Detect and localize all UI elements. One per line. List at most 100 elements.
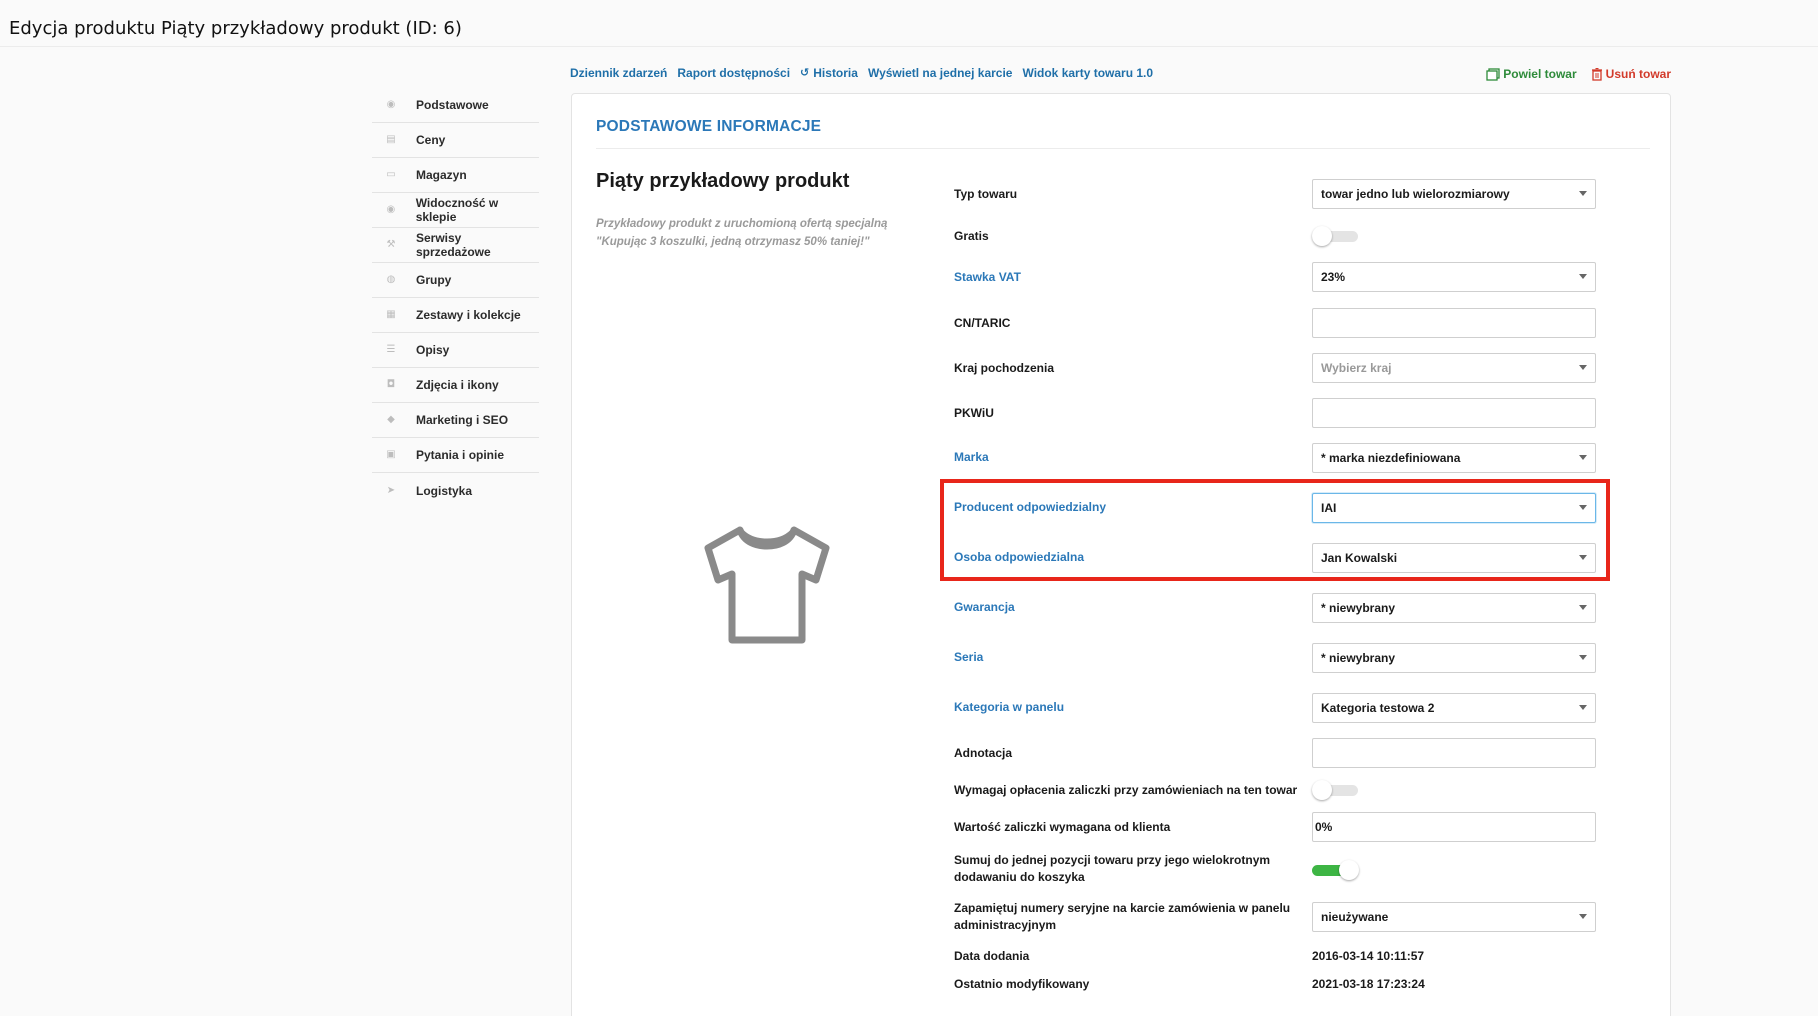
sidebar-item-label: Pytania i opinie xyxy=(416,448,505,462)
field-label-seria[interactable]: Seria xyxy=(954,649,983,666)
sidebar-item-opisy[interactable]: ☰ Opisy xyxy=(372,333,539,368)
stack-icon: ◍ xyxy=(386,274,396,285)
kategoria-select[interactable]: Kategoria testowa 2 xyxy=(1312,693,1596,723)
sidebar-item-magazyn[interactable]: ▭ Magazyn xyxy=(372,158,539,193)
hammer-icon: ⚒ xyxy=(386,239,396,250)
sidebar-item-label: Ceny xyxy=(416,133,446,147)
delete-product-button[interactable]: Usuń towar xyxy=(1591,67,1671,81)
gwarancja-select[interactable]: * niewybrany xyxy=(1312,593,1596,623)
pkwiu-input[interactable] xyxy=(1312,398,1596,428)
field-label-line: dodawaniu do koszyka xyxy=(954,870,1085,884)
field-label-marka[interactable]: Marka xyxy=(954,449,989,466)
toggle-knob xyxy=(1312,226,1332,246)
sidebar-item-serwisy[interactable]: ⚒ Serwisy sprzedażowe xyxy=(372,228,539,263)
typ-towaru-select[interactable]: towar jedno lub wielorozmiarowy xyxy=(1312,179,1596,209)
marka-select[interactable]: * marka niezdefiniowana xyxy=(1312,443,1596,473)
eye-icon: ◉ xyxy=(386,99,396,110)
sidebar-item-label: Logistyka xyxy=(416,483,473,498)
sidebar-item-zestawy[interactable]: ▦ Zestawy i kolekcje xyxy=(372,298,539,333)
chevron-down-icon xyxy=(1579,191,1587,196)
select-value: towar jedno lub wielorozmiarowy xyxy=(1321,187,1510,201)
field-label-line: administracyjnym xyxy=(954,918,1057,932)
trash-icon xyxy=(1591,67,1602,81)
sidebar-item-grupy[interactable]: ◍ Grupy xyxy=(372,263,539,298)
box-icon: ▭ xyxy=(386,169,396,180)
sidebar-item-widocznosc[interactable]: ◉ Widoczność w sklepie xyxy=(372,193,539,228)
field-label-gwarancja[interactable]: Gwarancja xyxy=(954,599,1015,616)
text-lines-icon: ☰ xyxy=(386,344,396,355)
sidebar-item-logistyka[interactable]: ➤ Logistyka xyxy=(372,473,539,508)
sidebar-item-label: Widoczność w sklepie xyxy=(415,196,499,224)
field-label-adnotacja: Adnotacja xyxy=(954,746,1013,760)
field-label-line: Zapamiętuj numery seryjne na karcie zamó… xyxy=(954,901,1291,915)
wartosc-zaliczki-input[interactable]: 0% xyxy=(1312,812,1596,842)
sidebar-item-marketing[interactable]: ◆ Marketing i SEO xyxy=(372,403,539,438)
availability-report-link[interactable]: Raport dostępności xyxy=(677,66,790,80)
select-value: nieużywane xyxy=(1321,910,1389,924)
camera-icon: ◘ xyxy=(386,379,396,390)
product-description-line: "Kupując 3 koszulki, jedną otrzymasz 50%… xyxy=(596,236,870,248)
sidebar-item-label: Grupy xyxy=(416,273,452,287)
gratis-toggle[interactable] xyxy=(1312,226,1360,246)
field-label-zaliczka-wymagana: Wymagaj opłacenia zaliczki przy zamówien… xyxy=(954,783,1298,797)
field-label-line: Sumuj do jednej pozycji towaru przy jego… xyxy=(954,853,1271,867)
zaliczka-toggle[interactable] xyxy=(1312,780,1360,800)
field-label-data-dodania: Data dodania xyxy=(954,949,1030,963)
page-title: Edycja produktu Piąty przykładowy produk… xyxy=(9,18,462,39)
sidebar-item-label: Podstawowe xyxy=(416,98,489,112)
sidebar-item-label: Magazyn xyxy=(416,168,467,182)
sidebar-item-label: Zdjęcia i ikony xyxy=(416,378,499,392)
select-value: * niewybrany xyxy=(1321,651,1396,665)
select-value: 23% xyxy=(1321,270,1346,284)
price-tag-icon: ▤ xyxy=(386,134,396,145)
delete-label: Usuń towar xyxy=(1605,67,1671,81)
field-label-producent[interactable]: Producent odpowiedzialny xyxy=(954,499,1106,516)
field-label-pkwiu: PKWiU xyxy=(954,406,994,420)
field-label-stawka-vat[interactable]: Stawka VAT xyxy=(954,269,1021,286)
select-placeholder: Wybierz kraj xyxy=(1321,361,1392,375)
stawka-vat-select[interactable]: 23% xyxy=(1312,262,1596,292)
field-label-wartosc-zaliczki: Wartość zaliczki wymagana od klienta xyxy=(954,820,1171,834)
sidebar-item-ceny[interactable]: ▤ Ceny xyxy=(372,123,539,158)
numery-seryjne-select[interactable]: nieużywane xyxy=(1312,902,1596,932)
producent-odpowiedzialny-select[interactable]: IAI xyxy=(1312,493,1596,523)
show-on-one-card-link[interactable]: Wyświetl na jednej karcie xyxy=(868,66,1013,80)
field-label-kategoria[interactable]: Kategoria w panelu xyxy=(954,699,1064,716)
osoba-odpowiedzialna-select[interactable]: Jan Kowalski xyxy=(1312,543,1596,573)
sidebar-item-zdjecia[interactable]: ◘ Zdjęcia i ikony xyxy=(372,368,539,403)
data-dodania-value: 2016-03-14 10:11:57 xyxy=(1312,949,1425,963)
sumuj-toggle[interactable] xyxy=(1312,860,1360,880)
history-link[interactable]: Historia xyxy=(813,66,858,80)
eye-icon: ◉ xyxy=(386,204,396,215)
product-name: Piąty przykładowy produkt xyxy=(596,170,850,192)
chevron-down-icon xyxy=(1579,914,1587,919)
field-label-cn-taric: CN/TARIC xyxy=(954,316,1011,330)
sidebar-item-label: Serwisy sprzedażowe xyxy=(415,231,491,259)
tshirt-icon xyxy=(704,526,830,644)
product-card-view-link[interactable]: Widok karty towaru 1.0 xyxy=(1022,66,1153,80)
paper-plane-icon: ➤ xyxy=(386,484,396,496)
top-links-bar: Dziennik zdarzeń Raport dostępności ↺ Hi… xyxy=(570,66,1163,80)
kraj-pochodzenia-select[interactable]: Wybierz kraj xyxy=(1312,353,1596,383)
megaphone-icon: ◆ xyxy=(387,414,395,425)
select-value: * marka niezdefiniowana xyxy=(1321,451,1461,465)
field-label-typ-towaru: Typ towaru xyxy=(954,187,1018,201)
field-label-osoba[interactable]: Osoba odpowiedzialna xyxy=(954,549,1084,566)
seria-select[interactable]: * niewybrany xyxy=(1312,643,1596,673)
duplicate-label: Powiel towar xyxy=(1503,67,1577,81)
sidebar-item-pytania[interactable]: ▣ Pytania i opinie xyxy=(372,438,539,473)
adnotacja-input[interactable] xyxy=(1312,738,1596,768)
duplicate-product-button[interactable]: Powiel towar xyxy=(1486,67,1577,81)
select-value: Kategoria testowa 2 xyxy=(1321,701,1435,715)
toggle-knob xyxy=(1312,780,1332,800)
cn-taric-input[interactable] xyxy=(1312,308,1596,338)
field-label-gratis: Gratis xyxy=(954,229,989,243)
select-value: IAI xyxy=(1321,501,1337,515)
field-label-kraj: Kraj pochodzenia xyxy=(954,361,1055,375)
field-label-sumuj: Sumuj do jednej pozycji towaru przy jego… xyxy=(954,852,1270,886)
chevron-down-icon xyxy=(1579,365,1587,370)
chevron-down-icon xyxy=(1579,555,1587,560)
sidebar-item-label: Zestawy i kolekcje xyxy=(416,308,521,322)
sidebar-item-podstawowe[interactable]: ◉ Podstawowe xyxy=(372,88,539,123)
event-log-link[interactable]: Dziennik zdarzeń xyxy=(570,66,667,80)
